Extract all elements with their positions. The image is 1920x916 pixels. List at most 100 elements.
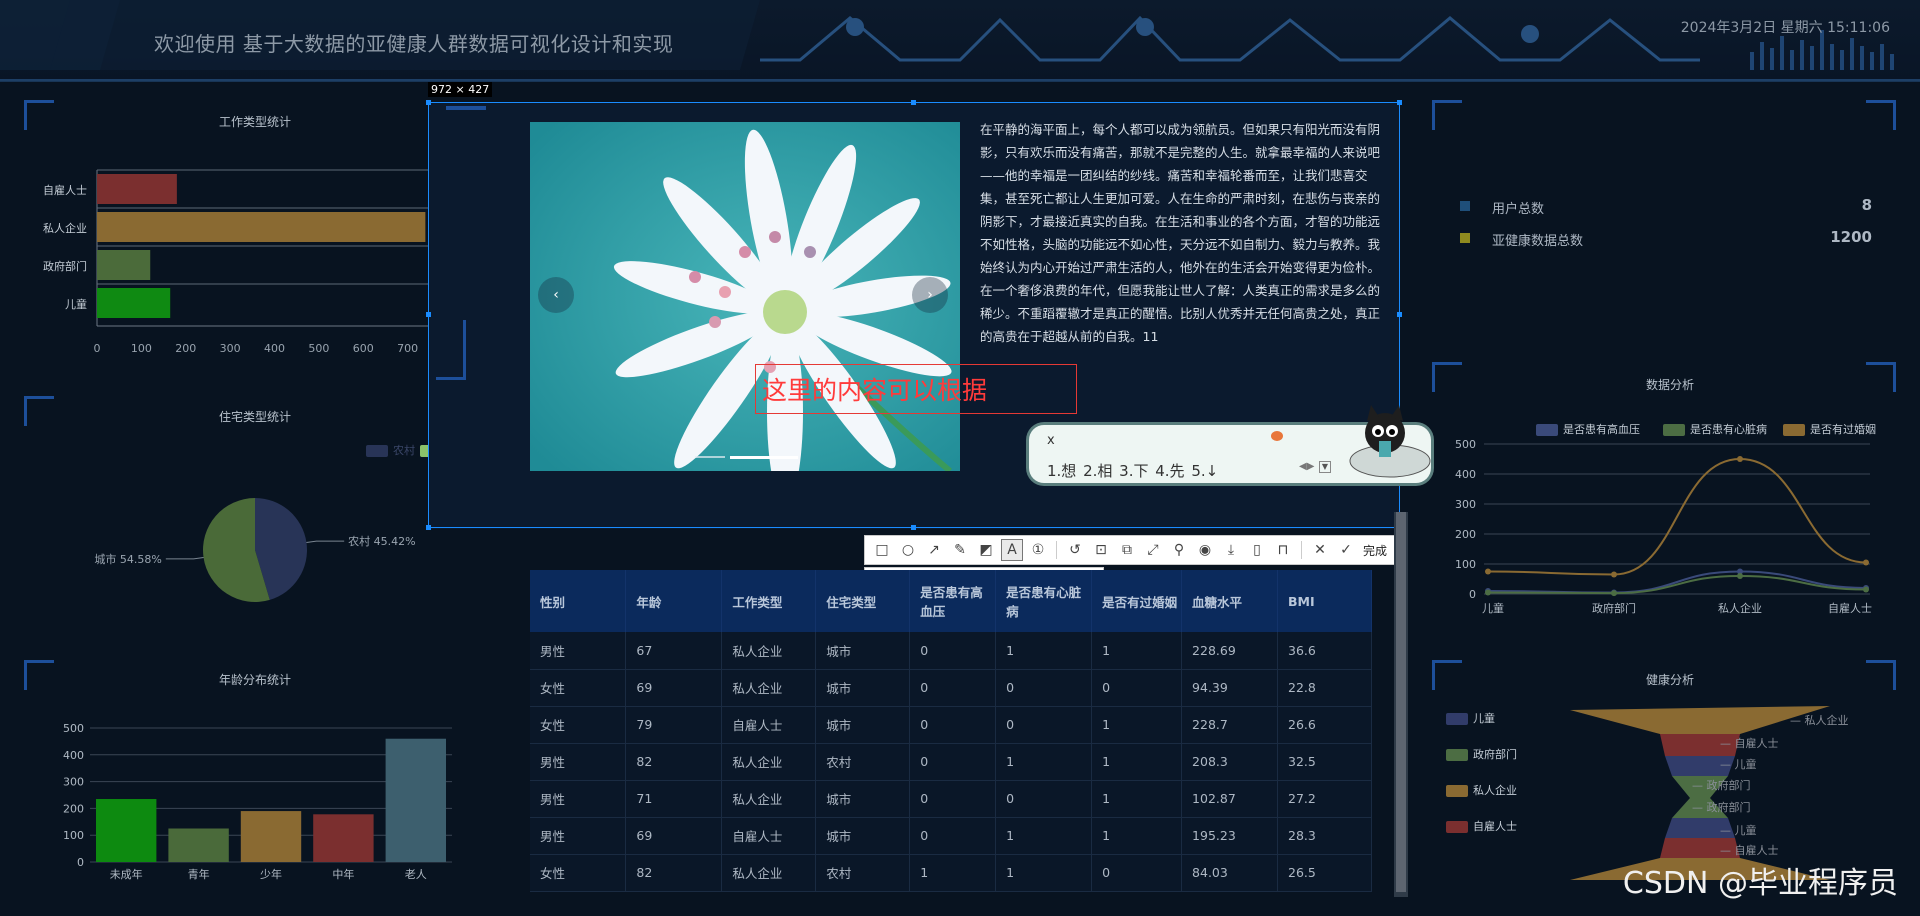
- column-header[interactable]: 是否患有心脏病: [995, 570, 1093, 632]
- work-chart-title: 工作类型统计: [218, 115, 291, 129]
- pin-icon[interactable]: ⚲: [1168, 539, 1190, 561]
- resize-handle[interactable]: [911, 525, 916, 530]
- resize-handle[interactable]: [1397, 100, 1402, 105]
- table-row[interactable]: 男性 69 自雇人士 城市 0 1 1 195.23 28.3: [530, 817, 1372, 855]
- table-cell: 男性: [530, 780, 627, 818]
- resize-handle[interactable]: [911, 100, 916, 105]
- bar[interactable]: [168, 828, 229, 863]
- column-header[interactable]: 工作类型: [721, 570, 817, 632]
- column-header[interactable]: 年龄: [625, 570, 723, 632]
- table-cell: 城市: [815, 706, 911, 744]
- bar[interactable]: [97, 212, 426, 242]
- table-cell: 自雇人士: [721, 817, 817, 855]
- table-cell: 城市: [815, 817, 911, 855]
- record-icon[interactable]: ◉: [1194, 539, 1216, 561]
- table-row[interactable]: 女性 69 私人企业 城市 0 0 0 94.39 22.8: [530, 669, 1372, 707]
- table-cell: 男性: [530, 743, 627, 781]
- data-point[interactable]: [1611, 571, 1617, 578]
- panel-corner: [24, 100, 54, 130]
- table-cell: 0: [909, 743, 997, 781]
- health-legend-item[interactable]: 儿童: [1446, 710, 1495, 726]
- table-row[interactable]: 男性 82 私人企业 农村 0 1 1 208.3 32.5: [530, 743, 1372, 781]
- number-tool-icon[interactable]: ①: [1027, 539, 1049, 561]
- health-legend-item[interactable]: 政府部门: [1446, 746, 1517, 762]
- ellipse-tool-icon[interactable]: ○: [897, 539, 919, 561]
- bar[interactable]: [313, 814, 374, 862]
- done-button[interactable]: 完成: [1363, 542, 1387, 559]
- tick-label: 300: [63, 776, 84, 789]
- table-cell: 36.6: [1277, 632, 1372, 670]
- table-cell: 69: [625, 817, 723, 855]
- column-header[interactable]: 是否有过婚姻: [1091, 570, 1183, 632]
- scrollbar-thumb[interactable]: [1396, 512, 1406, 892]
- resize-handle[interactable]: [426, 312, 431, 317]
- column-header[interactable]: 性别: [530, 570, 627, 632]
- bar[interactable]: [97, 250, 151, 280]
- download-icon[interactable]: ⤓: [1220, 539, 1242, 561]
- column-header[interactable]: 是否患有高血压: [909, 570, 997, 632]
- tick-label: 100: [131, 342, 152, 355]
- pen-tool-icon[interactable]: ✎: [949, 539, 971, 561]
- column-header[interactable]: 血糖水平: [1181, 570, 1278, 632]
- series-line[interactable]: [1487, 574, 1867, 595]
- bar[interactable]: [385, 738, 446, 862]
- table-cell: 26.5: [1277, 854, 1372, 892]
- stat-label: 亚健康数据总数: [1492, 234, 1584, 249]
- health-legend-item[interactable]: 自雇人士: [1446, 818, 1517, 834]
- translate-icon[interactable]: ⧉: [1116, 539, 1138, 561]
- undo-icon[interactable]: ↺: [1064, 539, 1086, 561]
- table-row[interactable]: 男性 67 私人企业 城市 0 1 1 228.69 36.6: [530, 632, 1372, 670]
- check-icon[interactable]: ✓: [1335, 539, 1357, 561]
- column-header[interactable]: 住宅类型: [815, 570, 911, 632]
- funnel-label: — 儿童: [1720, 758, 1757, 771]
- data-point[interactable]: [1485, 589, 1491, 596]
- table-row[interactable]: 男性 71 私人企业 城市 0 0 1 102.87 27.2: [530, 780, 1372, 818]
- ocr-icon[interactable]: ⊡: [1090, 539, 1112, 561]
- table-cell: 0: [909, 706, 997, 744]
- resize-handle[interactable]: [1397, 312, 1402, 317]
- table-scrollbar[interactable]: [1394, 512, 1408, 897]
- ime-candidates[interactable]: 1.想 2.相 3.下 4.先 5.↓: [1047, 460, 1218, 481]
- table-cell: 102.87: [1181, 780, 1278, 818]
- bookmark-icon[interactable]: ⊓: [1272, 539, 1294, 561]
- long-screenshot-icon[interactable]: ⤢: [1142, 539, 1164, 561]
- data-point[interactable]: [1737, 573, 1743, 579]
- ime-page-arrows-icon[interactable]: ◀▶: [1299, 461, 1314, 472]
- tick-label: 0: [77, 856, 84, 869]
- series-line[interactable]: [1487, 457, 1867, 576]
- data-point[interactable]: [1485, 568, 1491, 575]
- rectangle-tool-icon[interactable]: □: [871, 539, 893, 561]
- category-label: 政府部门: [43, 259, 87, 273]
- tick-label: 600: [353, 342, 374, 355]
- health-legend-item[interactable]: 私人企业: [1446, 782, 1517, 798]
- phone-icon[interactable]: ▯: [1246, 539, 1268, 561]
- resize-handle[interactable]: [426, 100, 431, 105]
- column-header[interactable]: BMI: [1277, 570, 1372, 632]
- series-line[interactable]: [1487, 570, 1867, 594]
- table-cell: 0: [995, 669, 1093, 707]
- close-icon[interactable]: ✕: [1309, 539, 1331, 561]
- mosaic-tool-icon[interactable]: ◩: [975, 539, 997, 561]
- annotation-text-box[interactable]: 这里的内容可以根据: [755, 364, 1077, 414]
- bar[interactable]: [97, 174, 177, 204]
- table-row[interactable]: 女性 79 自雇人士 城市 0 0 1 228.7 26.6: [530, 706, 1372, 744]
- data-point[interactable]: [1611, 590, 1617, 597]
- work-type-chart: 自雇人士私人企业政府部门儿童0100200300400500600700800: [43, 169, 464, 355]
- table-cell: 67: [625, 632, 723, 670]
- bar[interactable]: [97, 288, 171, 318]
- legend-label: 私人企业: [1473, 784, 1517, 797]
- data-point[interactable]: [1863, 586, 1869, 593]
- data-table-container: 性别 年龄 工作类型 住宅类型 是否患有高血压 是否患有心脏病 是否有过婚姻 血糖水平 BMI …: [530, 570, 1372, 916]
- table-row[interactable]: 女性 82 私人企业 农村 1 1 0 84.03 26.5: [530, 854, 1372, 892]
- resize-handle[interactable]: [426, 525, 431, 530]
- data-point[interactable]: [1863, 559, 1869, 566]
- ime-expand-icon[interactable]: ▼: [1319, 461, 1331, 473]
- bar[interactable]: [240, 811, 302, 862]
- bar[interactable]: [96, 799, 157, 862]
- arrow-tool-icon[interactable]: ↗: [923, 539, 945, 561]
- housing-pie-chart: 农村 45.42% 城市 54.58%: [94, 498, 416, 602]
- stat-value: 8: [1861, 196, 1872, 214]
- text-tool-icon[interactable]: A: [1001, 539, 1023, 561]
- data-point[interactable]: [1737, 456, 1743, 462]
- housing-legend-rural[interactable]: 农村: [366, 442, 415, 458]
